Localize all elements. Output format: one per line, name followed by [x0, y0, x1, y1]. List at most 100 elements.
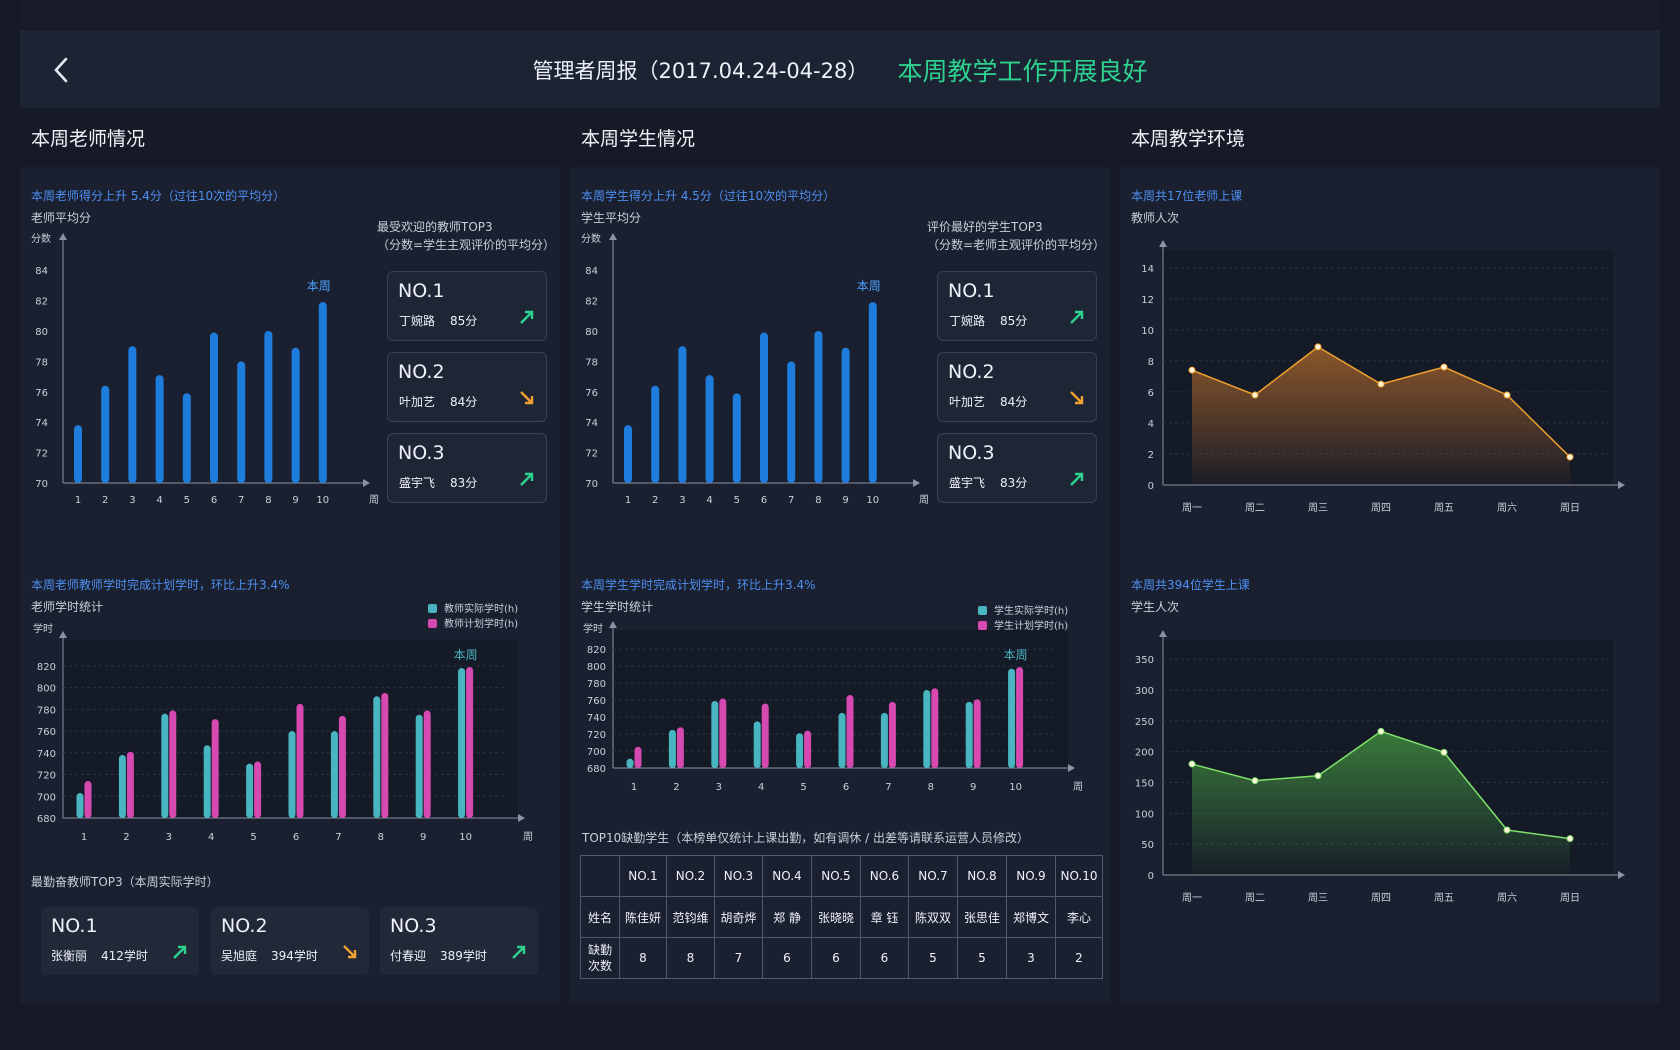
x-tick-label: 9	[420, 832, 426, 843]
count-cell: 2	[1055, 937, 1103, 979]
name-cell: 胡奇烨	[714, 896, 763, 938]
y-tick-label: 720	[587, 730, 606, 741]
x-tick-label: 3	[166, 832, 172, 843]
teacher-score-label: 老师平均分	[31, 211, 92, 225]
diligent-card-3[interactable]: NO.3 付春迎 389学时	[380, 907, 538, 975]
y-axis-arrow	[1159, 630, 1167, 637]
bar-planned	[126, 751, 134, 818]
bar-planned	[676, 727, 684, 768]
bar-planned	[423, 710, 431, 818]
bar-actual	[161, 713, 169, 818]
teacher-top-card-2[interactable]: NO.2 叶加艺 84分	[387, 352, 547, 422]
header-title-group: 管理者周报（2017.04.24-04-28） 本周教学工作开展良好	[20, 52, 1660, 88]
x-tick-label: 1	[75, 495, 81, 506]
count-cell: 5	[957, 937, 1007, 979]
student-top-card-1[interactable]: NO.1 丁婉路 85分	[937, 271, 1097, 341]
x-tick-label: 5	[800, 782, 806, 793]
diligent-title: 最勤奋教师TOP3（本周实际学时）	[31, 875, 219, 889]
bar-planned	[846, 695, 854, 768]
bar	[101, 385, 110, 483]
rank-name: 吴旭庭	[221, 949, 258, 963]
student-section-title: 本周学生情况	[581, 128, 696, 150]
data-point	[1440, 748, 1448, 756]
y-tick-label: 820	[587, 645, 606, 656]
bar	[264, 331, 273, 483]
rank-number: NO.1	[51, 915, 98, 937]
x-tick-label: 周四	[1371, 502, 1391, 514]
rank-name: 盛宇飞	[399, 476, 436, 490]
data-point	[1314, 343, 1322, 351]
page-title: 管理者周报（2017.04.24-04-28）	[532, 59, 869, 83]
x-tick-label: 2	[673, 782, 679, 793]
name-cell: 郑博文	[1006, 896, 1056, 938]
bar-actual	[796, 733, 804, 768]
bar-planned	[84, 781, 92, 818]
x-tick-label: 9	[970, 782, 976, 793]
y-tick-label: 350	[1135, 655, 1154, 666]
data-point	[1566, 835, 1574, 843]
x-tick-label: 周六	[1497, 892, 1517, 904]
student-score-chart: 分数70727476788082841 2 3 4 5 6 7 8 9 10 周本周	[581, 232, 929, 506]
y-tick-label: 84	[585, 266, 598, 277]
rank-header-cell: NO.10	[1055, 855, 1103, 897]
bar-actual	[118, 754, 126, 818]
rank-hours: 389学时	[440, 949, 487, 963]
bar	[237, 361, 246, 483]
y-axis-arrow	[609, 233, 617, 240]
data-point	[1566, 453, 1574, 461]
x-tick-label: 2	[102, 495, 108, 506]
diligent-card-1[interactable]: NO.1 张衡丽 412学时	[41, 907, 199, 975]
student-top-card-2[interactable]: NO.2 叶加艺 84分	[937, 352, 1097, 422]
rank-header-cell: NO.6	[860, 855, 909, 897]
trend-up-icon	[1070, 310, 1084, 324]
name-cell: 李心	[1055, 896, 1103, 938]
y-tick-label: 780	[587, 679, 606, 690]
y-axis-arrow	[59, 233, 67, 240]
y-tick-label: 0	[1148, 481, 1154, 492]
name-cell: 章 钰	[860, 896, 909, 938]
bar	[678, 346, 687, 483]
x-tick-label: 6	[293, 832, 299, 843]
x-tick-label: 10	[459, 832, 472, 843]
name-cell: 张思佳	[957, 896, 1007, 938]
teacher-top-card-1[interactable]: NO.1 丁婉路 85分	[387, 271, 547, 341]
data-point	[1377, 727, 1385, 735]
x-tick-label: 7	[335, 832, 341, 843]
rank-name: 丁婉路	[949, 314, 986, 328]
x-axis-arrow	[1618, 481, 1625, 489]
diligent-card-2[interactable]: NO.2 吴旭庭 394学时	[211, 907, 369, 975]
name-cell: 郑 静	[762, 896, 812, 938]
x-tick-label: 4	[208, 832, 214, 843]
data-point	[1188, 760, 1196, 768]
x-tick-label: 周日	[1560, 502, 1580, 514]
bar	[128, 346, 137, 483]
y-tick-label: 740	[587, 713, 606, 724]
x-tick-label: 4	[758, 782, 764, 793]
x-tick-label: 周六	[1497, 502, 1517, 514]
x-axis-arrow	[913, 479, 920, 487]
x-tick-label: 5	[184, 495, 190, 506]
count-cell: 6	[811, 937, 861, 979]
student-top-card-3[interactable]: NO.3 盛宇飞 83分	[937, 433, 1097, 503]
x-tick-label: 4	[706, 495, 712, 506]
y-axis-arrow	[59, 631, 67, 638]
y-axis-arrow	[609, 621, 617, 628]
bar-planned	[634, 746, 642, 768]
x-tick-label: 1	[631, 782, 637, 793]
teacher-top-card-3[interactable]: NO.3 盛宇飞 83分	[387, 433, 547, 503]
rank-header-cell: NO.8	[957, 855, 1007, 897]
bar-planned	[296, 703, 304, 818]
page-subtitle: 本周教学工作开展良好	[897, 57, 1148, 86]
bar	[760, 332, 768, 483]
x-axis-title: 周	[523, 831, 533, 843]
trend-up-icon	[1070, 472, 1084, 486]
table-row: 缺勤 次数 8 8 7 6 6 6 5 5 3 2	[580, 937, 1103, 979]
x-tick-label: 8	[928, 782, 934, 793]
y-tick-label: 82	[35, 297, 48, 308]
bar-actual	[923, 689, 931, 768]
bar-actual	[668, 729, 676, 768]
x-tick-label: 2	[123, 832, 129, 843]
rank-name: 丁婉路	[399, 314, 436, 328]
table-row: 姓名 陈佳妍 范钧维 胡奇烨 郑 静 张晓晓 章 钰 陈双双 张思佳 郑博文 李…	[580, 896, 1103, 938]
y-tick-label: 12	[1141, 295, 1154, 306]
